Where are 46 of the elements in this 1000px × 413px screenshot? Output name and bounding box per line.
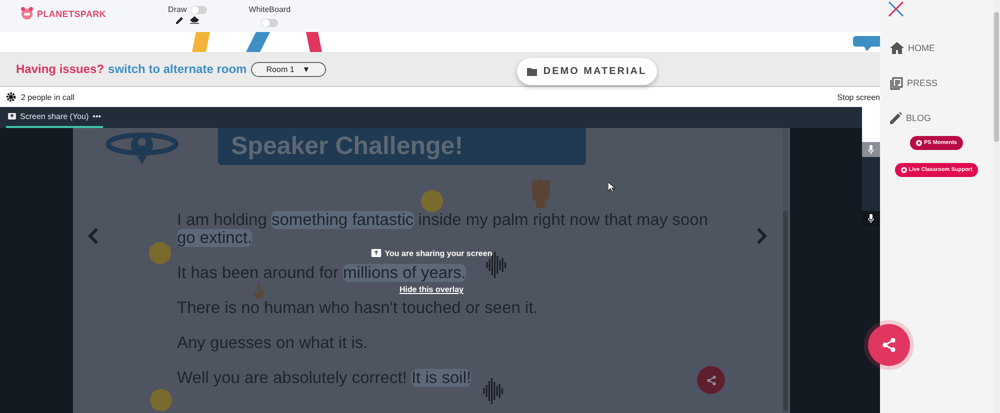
toggle-label: WhiteBoard [248, 5, 291, 14]
screen-icon [8, 112, 16, 120]
settings-icon[interactable] [6, 92, 16, 102]
scrollbar[interactable] [783, 128, 788, 413]
nav-link[interactable]: BLOG [880, 108, 993, 128]
share-icon [706, 374, 716, 386]
pencil-icon[interactable] [176, 16, 184, 24]
logo-text: PLANETSPARK [37, 8, 106, 18]
fist-icon [529, 178, 553, 208]
mouse-pointer-icon [608, 182, 615, 192]
plus-circle-icon [900, 167, 907, 173]
hand-cursor-icon [253, 284, 266, 300]
people-count: 2 people in call [21, 92, 74, 102]
toggle-switch[interactable] [190, 6, 207, 14]
folder-icon [527, 68, 538, 76]
nav-link[interactable]: PRESS [880, 73, 993, 93]
slide-title: Speaker Challenge! [231, 132, 464, 161]
video-tile [862, 157, 880, 211]
chat-bubble-icon[interactable] [853, 36, 880, 52]
share-button[interactable] [868, 324, 910, 366]
plus-circle-icon [916, 140, 922, 146]
toggle-switch[interactable] [262, 19, 278, 27]
logo-icon [20, 7, 34, 20]
emoji-icon [150, 389, 172, 411]
screen-share-icon [370, 249, 381, 258]
sharing-message: You are sharing your screen [384, 249, 492, 258]
newspaper-icon [890, 76, 903, 90]
more-icon[interactable]: ••• [92, 112, 102, 121]
room-select[interactable]: Room 1 ▼ [250, 62, 326, 76]
sound-wave-icon [482, 378, 504, 404]
home-icon [890, 42, 904, 54]
microphone-icon [868, 145, 874, 154]
emoji-icon [149, 242, 171, 264]
issue-prompt: Having issues? [16, 62, 104, 76]
scrollbar[interactable] [993, 0, 1000, 413]
microphone-icon [868, 214, 874, 223]
demo-material-button[interactable]: DEMO MATERIAL [517, 58, 657, 85]
nav-link[interactable]: HOME [880, 38, 993, 58]
toggle-label: Draw [168, 5, 187, 14]
eraser-icon[interactable] [190, 16, 199, 24]
emoji-icon [421, 190, 443, 212]
hide-overlay-link[interactable]: Hide this overlay [399, 285, 464, 294]
pencil-icon [890, 112, 902, 124]
share-icon [881, 337, 897, 353]
stop-screen-button[interactable]: Stop screen [837, 92, 880, 102]
tab-label: Screen share (You) [20, 112, 89, 121]
